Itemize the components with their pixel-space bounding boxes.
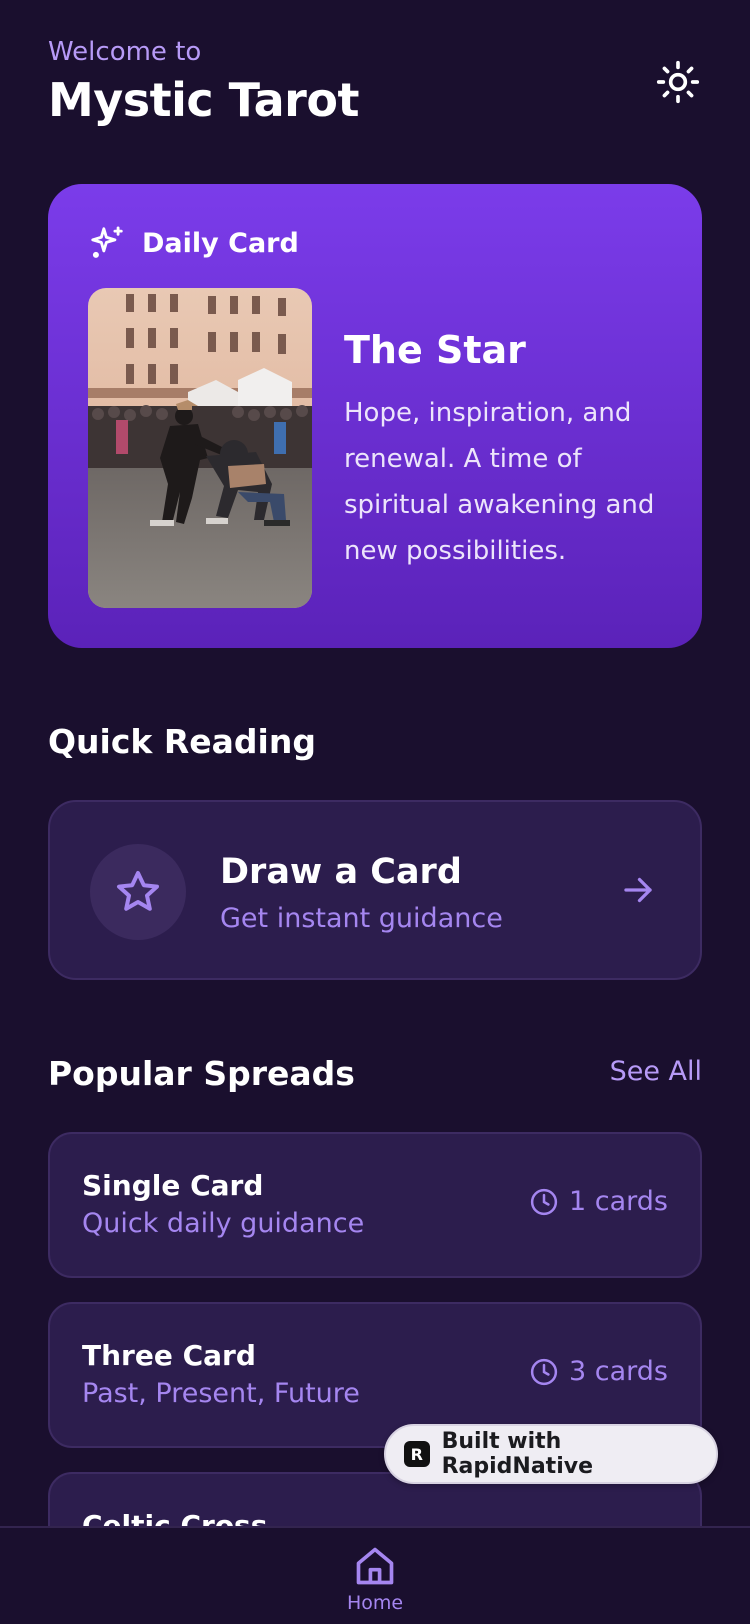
nav-item-home[interactable]: Home	[335, 1544, 415, 1624]
spread-name: Three Card	[82, 1339, 256, 1372]
spread-name: Single Card	[82, 1169, 264, 1202]
spread-description: Quick daily guidance	[82, 1208, 365, 1239]
daily-card-header: Daily Card	[88, 224, 299, 262]
arrow-right-icon	[624, 877, 652, 903]
clock-icon	[530, 1358, 558, 1385]
home-icon	[356, 1547, 394, 1585]
rapidnative-logo-icon: R	[404, 1441, 430, 1467]
welcome-text: Welcome to	[48, 37, 202, 67]
card-info: The Star Hope, inspiration, and renewal.…	[344, 326, 674, 574]
sun-icon	[656, 60, 700, 104]
spread-count-text: 3 cards	[569, 1356, 668, 1387]
draw-card-button[interactable]: Draw a Card Get instant guidance	[48, 800, 702, 980]
draw-card-subtitle: Get instant guidance	[220, 903, 503, 934]
spread-count: 1 cards	[529, 1186, 668, 1217]
built-with-badge[interactable]: R Built with RapidNative	[384, 1424, 718, 1484]
card-description: Hope, inspiration, and renewal. A time o…	[344, 398, 655, 566]
draw-icon-container	[90, 844, 186, 940]
popular-spreads-title: Popular Spreads	[48, 1054, 355, 1093]
app-title: Mystic Tarot	[48, 73, 359, 127]
nav-home-label: Home	[346, 1592, 404, 1614]
sparkles-icon	[91, 226, 123, 258]
quick-reading-title: Quick Reading	[48, 722, 316, 761]
clock-icon	[530, 1188, 558, 1215]
badge-label: Built with RapidNative	[441, 1429, 593, 1479]
theme-toggle-button[interactable]	[654, 58, 702, 106]
bottom-nav: Home	[0, 1526, 750, 1624]
see-all-link[interactable]: See All	[610, 1054, 702, 1090]
spread-count: 3 cards	[529, 1356, 668, 1387]
spread-count-text: 1 cards	[569, 1186, 668, 1217]
card-name: The Star	[344, 328, 526, 372]
header: Welcome to Mystic Tarot	[48, 36, 702, 130]
spread-description: Past, Present, Future	[82, 1378, 360, 1409]
daily-card-label: Daily Card	[142, 227, 299, 259]
spread-item-single-card[interactable]: Single Card Quick daily guidance 1 cards	[48, 1132, 702, 1278]
card-image	[88, 288, 312, 608]
daily-card[interactable]: Daily Card The Star Hope, inspiration, a…	[48, 184, 702, 648]
star-icon	[117, 871, 159, 911]
draw-card-title: Draw a Card	[220, 852, 462, 892]
street-performance-image	[88, 288, 312, 608]
